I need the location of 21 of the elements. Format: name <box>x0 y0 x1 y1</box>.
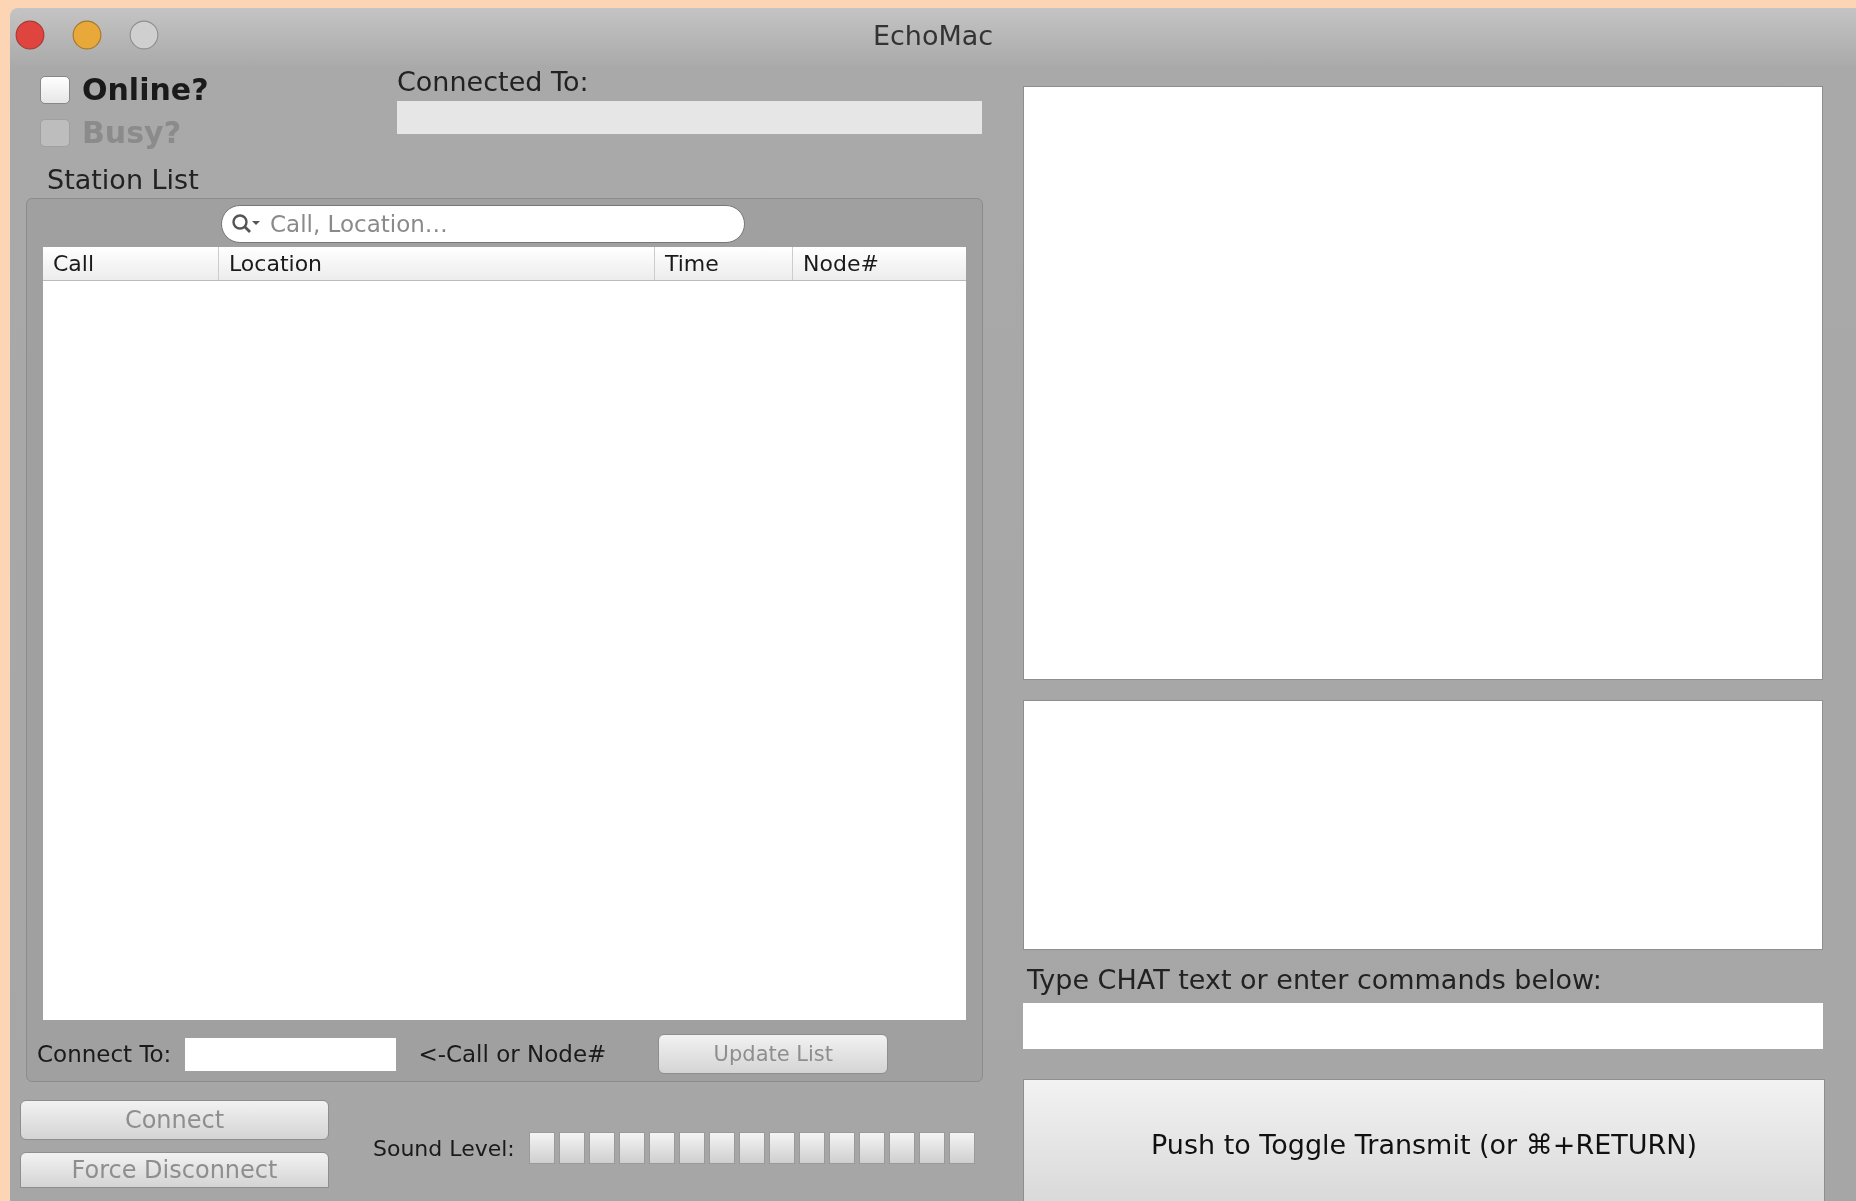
connect-to-label: Connect To: <box>37 1041 172 1067</box>
zoom-icon[interactable] <box>129 20 159 50</box>
column-header[interactable]: Location <box>218 247 654 280</box>
window-title: EchoMac <box>872 19 994 51</box>
column-header[interactable]: Time <box>654 247 792 280</box>
station-list-title: Station List <box>46 163 200 197</box>
connected-to-label: Connected To: <box>397 66 590 97</box>
search-field[interactable]: Call, Location… <box>221 205 745 243</box>
transmit-button[interactable]: Push to Toggle Transmit (or ⌘+RETURN) <box>1023 1079 1825 1201</box>
checkbox-label: Online? <box>82 72 209 107</box>
checkbox[interactable] <box>40 75 70 104</box>
column-header[interactable]: Call <box>43 247 218 280</box>
search-icon <box>231 213 261 235</box>
minimize-icon[interactable] <box>72 20 102 50</box>
sound-level-label: Sound Level: <box>373 1135 515 1161</box>
connect-to-field[interactable] <box>185 1037 397 1071</box>
column-header[interactable]: Node# <box>792 247 966 280</box>
close-icon[interactable] <box>15 20 45 50</box>
chat-input[interactable] <box>1023 1003 1823 1049</box>
hint-text: <-Call or Node# <box>418 1041 607 1067</box>
chat-prompt: Type CHAT text or enter commands below: <box>1026 964 1603 995</box>
